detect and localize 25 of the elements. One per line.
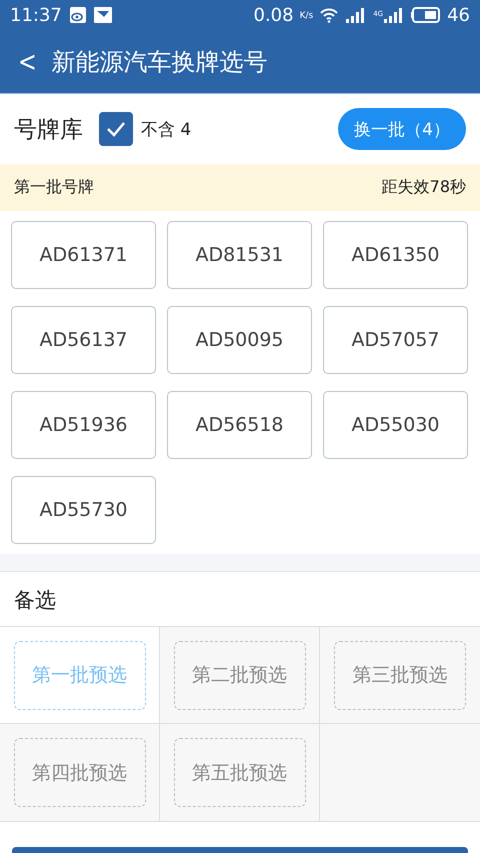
plate-option[interactable]: AD55730 xyxy=(11,476,156,544)
checkmark-icon xyxy=(106,121,126,137)
network-speed: 0.08 xyxy=(254,4,294,26)
section-title: 号牌库 xyxy=(14,116,83,144)
plate-option[interactable]: AD61371 xyxy=(11,221,156,289)
plate-option[interactable]: AD51936 xyxy=(11,391,156,459)
plate-option[interactable]: AD55030 xyxy=(323,391,468,459)
plate-option[interactable]: AD57057 xyxy=(323,306,468,374)
batch-title: 第一批号牌 xyxy=(14,177,94,198)
plate-option[interactable]: AD81531 xyxy=(167,221,312,289)
battery-icon xyxy=(411,7,442,23)
page-title: 新能源汽车换牌选号 xyxy=(51,46,268,78)
battery-level: 46 xyxy=(447,4,470,26)
wifi-icon xyxy=(319,7,340,23)
plate-option[interactable]: AD56137 xyxy=(11,306,156,374)
plate-option[interactable]: AD56518 xyxy=(167,391,312,459)
section-title: 备选 xyxy=(13,587,57,614)
countdown-text: 距失效78秒 xyxy=(382,177,466,198)
exclude-checkbox[interactable] xyxy=(99,112,133,146)
speed-unit: K/s xyxy=(300,10,314,20)
plate-option[interactable]: AD50095 xyxy=(167,306,312,374)
plate-option[interactable]: AD61350 xyxy=(323,221,468,289)
checkbox-label: 不含 4 xyxy=(141,118,192,140)
status-time: 11:37 xyxy=(10,4,62,26)
back-button[interactable]: < xyxy=(5,45,46,78)
